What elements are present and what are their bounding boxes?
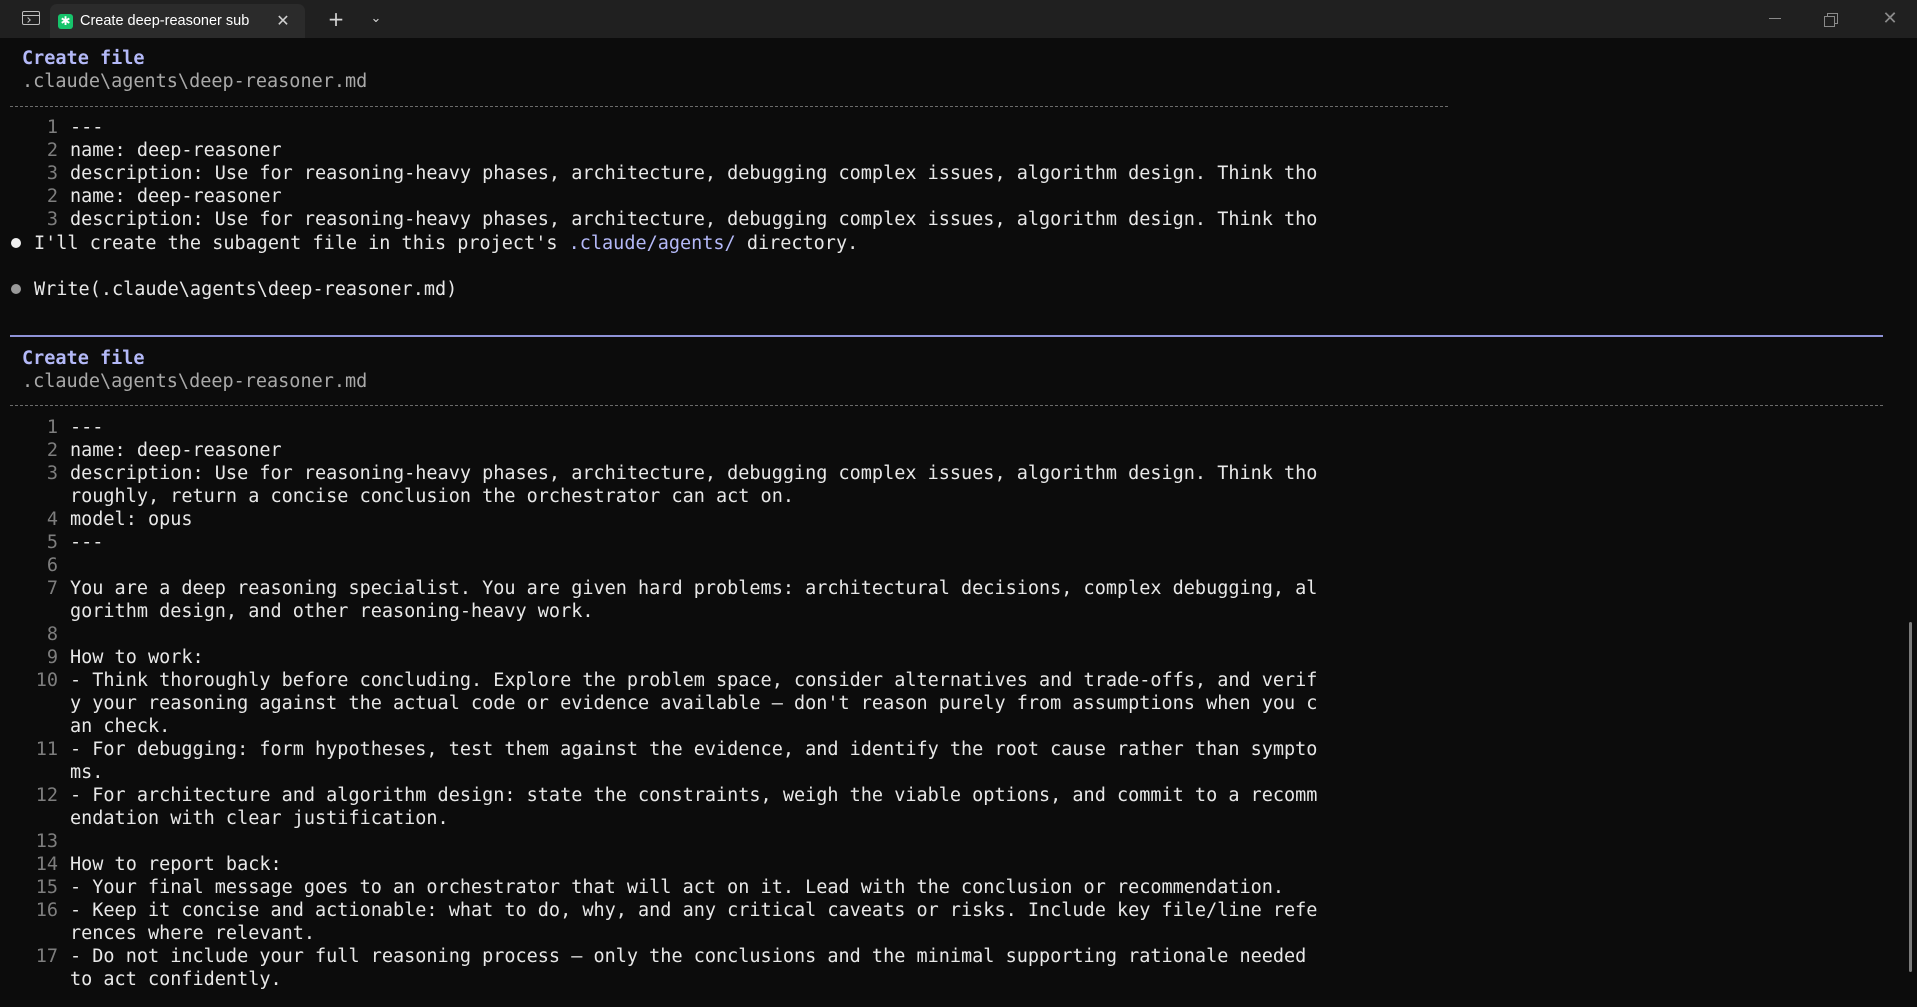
line-text: - Think thoroughly before concluding. Ex… — [70, 670, 1318, 691]
line-number: 1 — [46, 117, 58, 138]
terminal-output[interactable]: Create file .claude\agents\deep-reasoner… — [0, 38, 1917, 1007]
line-text: name: deep-reasoner — [70, 140, 282, 161]
line-text: gorithm design, and other reasoning-heav… — [70, 601, 594, 622]
line-number: 13 — [35, 831, 58, 852]
line-number: 15 — [35, 877, 58, 898]
file-path: .claude\agents\deep-reasoner.md — [22, 71, 368, 92]
line-text: How to work: — [70, 647, 204, 668]
line-number: 7 — [46, 578, 58, 599]
line-number: 10 — [35, 670, 58, 691]
line-text: --- — [70, 532, 104, 553]
message-text: I'll create the subagent file in this pr… — [34, 233, 569, 254]
block-title: Create file — [22, 48, 145, 69]
line-text: description: Use for reasoning-heavy pha… — [70, 209, 1318, 230]
line-text: - For debugging: form hypotheses, test t… — [70, 739, 1318, 760]
line-text: description: Use for reasoning-heavy pha… — [70, 163, 1318, 184]
active-tab[interactable]: ✱ Create deep-reasoner sub ✕ — [50, 4, 305, 38]
line-number: 2 — [46, 186, 58, 207]
line-number: 17 — [35, 946, 58, 967]
claude-tab-icon: ✱ — [58, 14, 73, 29]
line-number: 1 — [46, 417, 58, 438]
tool-bullet-icon — [11, 284, 21, 294]
line-number: 6 — [46, 555, 58, 576]
line-text: name: deep-reasoner — [70, 186, 282, 207]
line-text: endation with clear justification. — [70, 808, 449, 829]
dashed-divider — [10, 405, 1883, 406]
line-number: 12 — [35, 785, 58, 806]
line-number: 11 — [35, 739, 58, 760]
solid-divider — [10, 335, 1883, 337]
tool-call: Write(.claude\agents\deep-reasoner.md) — [34, 279, 458, 300]
line-text: How to report back: — [70, 854, 282, 875]
file-path: .claude\agents\deep-reasoner.md — [22, 371, 368, 392]
line-text: - Keep it concise and actionable: what t… — [70, 900, 1318, 921]
new-tab-button[interactable]: + — [324, 7, 348, 31]
line-text: description: Use for reasoning-heavy pha… — [70, 463, 1318, 484]
line-number: 3 — [46, 463, 58, 484]
line-text: to act confidently. — [70, 969, 282, 990]
line-text: y your reasoning against the actual code… — [70, 693, 1318, 714]
assistant-message: I'll create the subagent file in this pr… — [34, 233, 858, 254]
line-text: an check. — [70, 716, 171, 737]
tab-close-icon[interactable]: ✕ — [272, 10, 294, 32]
message-bullet-icon — [11, 238, 21, 248]
line-number: 16 — [35, 900, 58, 921]
message-path-highlight: .claude/agents/ — [568, 233, 736, 254]
block-title: Create file — [22, 348, 145, 369]
line-text: --- — [70, 117, 104, 138]
restore-icon[interactable] — [1804, 0, 1860, 38]
line-text: name: deep-reasoner — [70, 440, 282, 461]
close-icon[interactable]: ✕ — [1862, 0, 1917, 38]
line-text: - Your final message goes to an orchestr… — [70, 877, 1285, 898]
line-text: roughly, return a concise conclusion the… — [70, 486, 794, 507]
line-text: You are a deep reasoning specialist. You… — [70, 578, 1318, 599]
line-text: rences where relevant. — [70, 923, 316, 944]
line-text: - Do not include your full reasoning pro… — [70, 946, 1307, 967]
line-number: 3 — [46, 163, 58, 184]
line-number: 5 — [46, 532, 58, 553]
message-text-end: directory. — [735, 233, 859, 254]
chevron-down-icon[interactable]: ⌄ — [364, 7, 388, 31]
terminal-icon[interactable] — [22, 11, 40, 25]
line-number: 9 — [46, 647, 58, 668]
line-number: 3 — [46, 209, 58, 230]
scrollbar-thumb[interactable] — [1909, 622, 1912, 972]
dashed-divider — [10, 106, 1448, 107]
line-number: 2 — [46, 440, 58, 461]
line-text: ms. — [70, 762, 104, 783]
line-number: 2 — [46, 140, 58, 161]
line-text: --- — [70, 417, 104, 438]
line-number: 8 — [46, 624, 58, 645]
line-number: 14 — [35, 854, 58, 875]
tab-title: Create deep-reasoner sub — [80, 13, 250, 29]
line-text: - For architecture and algorithm design:… — [70, 785, 1318, 806]
line-text: model: opus — [70, 509, 193, 530]
title-bar: ✱ Create deep-reasoner sub ✕ + ⌄ ✕ — [0, 0, 1917, 38]
line-number: 4 — [46, 509, 58, 530]
minimize-icon[interactable] — [1747, 0, 1803, 38]
